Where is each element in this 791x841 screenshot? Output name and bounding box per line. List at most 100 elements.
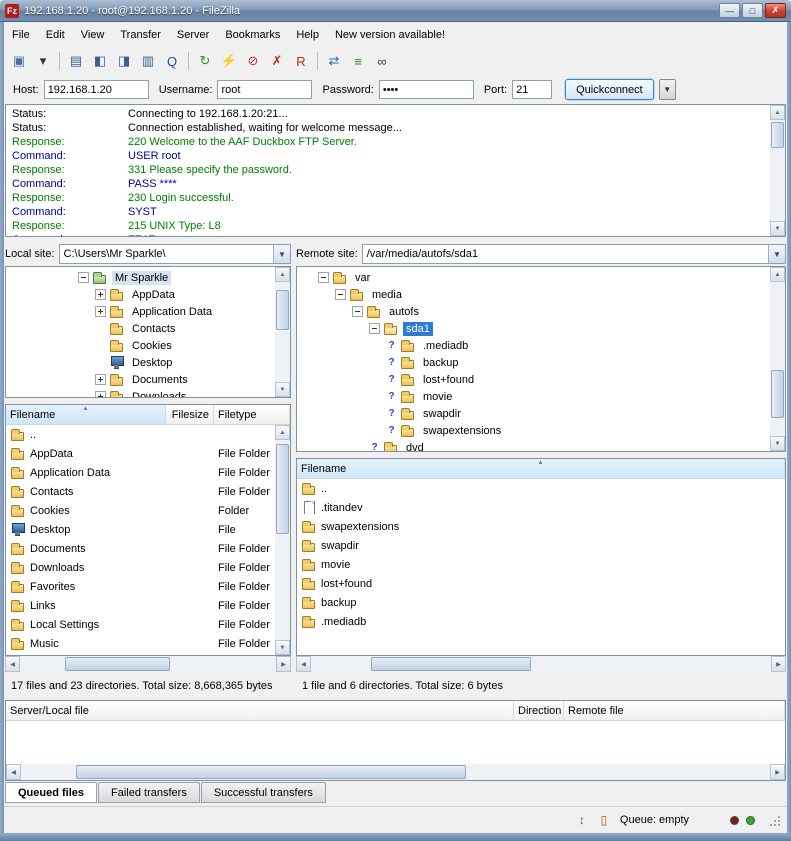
scroll-left-arrow[interactable]: ◀ [5, 656, 20, 672]
log-scrollbar[interactable]: ▲ ▼ [770, 105, 785, 236]
remote-row-item[interactable]: .. [297, 479, 785, 498]
local-row-favorites[interactable]: FavoritesFile Folder [6, 577, 290, 596]
scroll-track[interactable] [770, 120, 785, 221]
question-expand-icon[interactable]: ? [386, 340, 397, 351]
plus-expand-icon[interactable] [95, 374, 106, 385]
scroll-up-arrow[interactable]: ▲ [770, 105, 785, 120]
plus-expand-icon[interactable] [95, 391, 106, 398]
reconnect-button[interactable]: R [290, 50, 312, 72]
remote-tree-item-media[interactable]: media [297, 286, 785, 303]
remote-row-swapextensions[interactable]: swapextensions [297, 517, 785, 536]
local-row-documents[interactable]: DocumentsFile Folder [6, 539, 290, 558]
remote-site-combo[interactable]: /var/media/autofs/sda1 ▼ [362, 244, 786, 264]
remote-row-titandev[interactable]: .titandev [297, 498, 785, 517]
scroll-track[interactable] [21, 764, 770, 780]
remote-row-backup[interactable]: backup [297, 593, 785, 612]
message-log[interactable]: Status:Connecting to 192.168.1.20:21...S… [5, 104, 786, 237]
disconnect-button[interactable]: ✗ [266, 50, 288, 72]
scroll-right-arrow[interactable]: ▶ [770, 764, 785, 780]
minus-expand-icon[interactable] [369, 323, 380, 334]
queue-column-server-local-file[interactable]: Server/Local file [6, 701, 514, 720]
tab-successful-transfers[interactable]: Successful transfers [201, 782, 326, 803]
minus-expand-icon[interactable] [335, 289, 346, 300]
queue-body[interactable] [6, 721, 785, 764]
local-row-cookies[interactable]: CookiesFolder [6, 501, 290, 520]
menu-item-bookmarks[interactable]: Bookmarks [217, 25, 288, 45]
local-tree-item-downloads[interactable]: Downloads [6, 388, 290, 398]
local-column-filename[interactable]: Filename▴ [6, 405, 166, 424]
scroll-down-arrow[interactable]: ▼ [275, 382, 290, 397]
remote-tree[interactable]: varmediaautofssda1?.mediadb?backup?lost+… [296, 266, 786, 452]
remote-row-swapdir[interactable]: swapdir [297, 536, 785, 555]
scroll-track[interactable] [311, 656, 771, 672]
local-row-links[interactable]: LinksFile Folder [6, 596, 290, 615]
quickconnect-button[interactable]: Quickconnect [565, 79, 654, 100]
remote-row-lost-found[interactable]: lost+found [297, 574, 785, 593]
menu-item-view[interactable]: View [73, 25, 113, 45]
remote-tree-item-sda1[interactable]: sda1 [297, 320, 785, 337]
toggle-message-log-button[interactable]: ▤ [65, 50, 87, 72]
menu-item-transfer[interactable]: Transfer [112, 25, 169, 45]
remote-tree-item-autofs[interactable]: autofs [297, 303, 785, 320]
local-tree-item-mr-sparkle[interactable]: Mr Sparkle [6, 269, 290, 286]
question-expand-icon[interactable]: ? [386, 425, 397, 436]
question-expand-icon[interactable]: ? [386, 374, 397, 385]
chevron-down-icon[interactable]: ▼ [273, 245, 290, 263]
remote-column-filename[interactable]: Filename▴ [297, 459, 785, 478]
scroll-right-arrow[interactable]: ▶ [276, 656, 291, 672]
directory-comparison-button[interactable]: ⇄ [323, 50, 345, 72]
queue-hscrollbar[interactable]: ◀ ▶ [6, 764, 785, 780]
filter-button[interactable]: Q [161, 50, 183, 72]
local-row-appdata[interactable]: AppDataFile Folder [6, 444, 290, 463]
scroll-up-arrow[interactable]: ▲ [770, 267, 785, 282]
remote-list-hscrollbar[interactable]: ◀ ▶ [296, 656, 786, 672]
scroll-down-arrow[interactable]: ▼ [275, 640, 290, 655]
lock-icon[interactable]: ▯ [595, 811, 613, 829]
remote-tree-item-swapextensions[interactable]: ?swapextensions [297, 422, 785, 439]
local-tree-item-documents[interactable]: Documents [6, 371, 290, 388]
host-input[interactable] [44, 80, 149, 99]
remote-tree-item-backup[interactable]: ?backup [297, 354, 785, 371]
scroll-thumb[interactable] [276, 444, 289, 534]
synchronized-browsing-button[interactable]: ≡ [347, 50, 369, 72]
remote-tree-item-mediadb[interactable]: ?.mediadb [297, 337, 785, 354]
local-tree-item-cookies[interactable]: Cookies [6, 337, 290, 354]
scroll-thumb[interactable] [771, 370, 784, 418]
username-input[interactable] [217, 80, 312, 99]
local-tree-scrollbar[interactable]: ▲ ▼ [275, 267, 290, 397]
plus-expand-icon[interactable] [95, 306, 106, 317]
find-files-button[interactable]: ∞ [371, 50, 393, 72]
quickconnect-dropdown[interactable]: ▼ [659, 79, 676, 100]
scroll-left-arrow[interactable]: ◀ [296, 656, 311, 672]
scroll-right-arrow[interactable]: ▶ [771, 656, 786, 672]
toggle-remote-tree-button[interactable]: ◨ [113, 50, 135, 72]
local-tree-item-desktop[interactable]: Desktop [6, 354, 290, 371]
minus-expand-icon[interactable] [78, 272, 89, 283]
question-expand-icon[interactable]: ? [386, 357, 397, 368]
scroll-track[interactable] [770, 282, 785, 436]
remote-tree-item-lost-found[interactable]: ?lost+found [297, 371, 785, 388]
maximize-button[interactable]: □ [742, 3, 763, 18]
local-file-list[interactable]: Filename▴FilesizeFiletype ..AppDataFile … [5, 404, 291, 656]
local-list-hscrollbar[interactable]: ◀ ▶ [5, 656, 291, 672]
menu-item-file[interactable]: File [4, 25, 38, 45]
scroll-down-arrow[interactable]: ▼ [770, 436, 785, 451]
local-column-filesize[interactable]: Filesize [166, 405, 214, 424]
site-manager-dropdown[interactable]: ▾ [32, 50, 54, 72]
scroll-down-arrow[interactable]: ▼ [770, 221, 785, 236]
local-tree-item-appdata[interactable]: AppData [6, 286, 290, 303]
chevron-down-icon[interactable]: ▼ [768, 245, 785, 263]
remote-row-movie[interactable]: movie [297, 555, 785, 574]
menu-item-edit[interactable]: Edit [38, 25, 73, 45]
process-queue-button[interactable]: ⚡ [218, 50, 240, 72]
local-tree-item-application-data[interactable]: Application Data [6, 303, 290, 320]
scroll-thumb[interactable] [76, 765, 466, 779]
scroll-left-arrow[interactable]: ◀ [6, 764, 21, 780]
local-list-scrollbar[interactable]: ▲ ▼ [275, 425, 290, 655]
remote-row-mediadb[interactable]: .mediadb [297, 612, 785, 631]
minus-expand-icon[interactable] [352, 306, 363, 317]
menu-item-new-version-available[interactable]: New version available! [327, 25, 453, 45]
menu-item-help[interactable]: Help [288, 25, 327, 45]
scroll-track[interactable] [275, 282, 290, 382]
tab-queued-files[interactable]: Queued files [5, 782, 97, 803]
